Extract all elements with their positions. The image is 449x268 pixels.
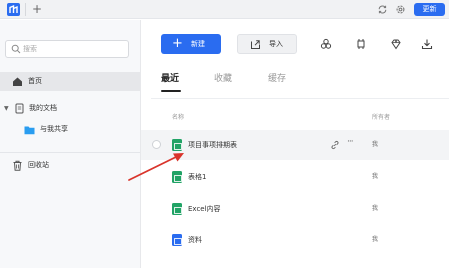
trash-icon (13, 160, 22, 171)
search-input[interactable] (23, 43, 123, 55)
sidebar-item-shared-with-me[interactable]: 与我共享 (0, 120, 140, 139)
file-row[interactable]: 表格1 我 (141, 162, 449, 192)
import-button[interactable]: 导入 (237, 34, 297, 54)
file-row[interactable]: 资料 我 (141, 225, 449, 255)
sync-icon[interactable] (377, 4, 388, 15)
spreadsheet-icon (172, 139, 182, 151)
active-tab-indicator (161, 90, 181, 92)
sidebar-item-label: 回收站 (28, 161, 49, 169)
caret-down-icon[interactable]: ▼ (4, 99, 9, 118)
file-row[interactable]: Excel内容 我 (141, 194, 449, 224)
documents-icon (15, 103, 24, 114)
row-select-checkbox[interactable] (152, 140, 161, 149)
import-icon (251, 40, 260, 49)
import-button-label: 导入 (269, 40, 283, 48)
clip-icon[interactable] (355, 38, 367, 50)
sidebar-divider (0, 152, 140, 153)
app-logo-icon (7, 3, 20, 16)
column-header-name: 名称 (172, 114, 185, 121)
plus-icon: + (172, 36, 183, 51)
new-tab-button[interactable]: + (30, 1, 44, 17)
spreadsheet-icon (172, 203, 182, 215)
sidebar-item-label: 我的文档 (29, 104, 57, 112)
tab-recent[interactable]: 最近 (161, 72, 179, 86)
share-link-icon[interactable] (330, 140, 340, 150)
file-row[interactable]: 项目事项排期表 ··· 我 (141, 130, 449, 160)
file-name[interactable]: 资料 (188, 234, 202, 246)
sidebar-item-my-documents[interactable]: ▼ 我的文档 (0, 99, 140, 118)
file-name[interactable]: 项目事项排期表 (188, 139, 237, 151)
file-owner: 我 (372, 205, 379, 212)
column-header-owner: 所有者 (372, 114, 391, 121)
sidebar-item-label: 与我共享 (40, 125, 68, 133)
tabs-divider (151, 98, 449, 99)
file-owner: 我 (372, 173, 379, 180)
update-button[interactable]: 更新 (414, 3, 445, 16)
tab-divider (25, 3, 26, 16)
sidebar: 首页 ▼ 我的文档 与我共享 回收站 (0, 20, 141, 268)
shared-folder-icon (24, 126, 35, 135)
diamond-icon[interactable] (390, 38, 402, 50)
sidebar-item-home[interactable]: 首页 (0, 72, 140, 91)
download-icon[interactable] (421, 38, 433, 50)
settings-icon[interactable] (395, 4, 406, 15)
more-options-icon[interactable]: ··· (347, 137, 354, 147)
search-icon (11, 44, 21, 54)
file-owner: 我 (372, 141, 379, 148)
sidebar-item-trash[interactable]: 回收站 (0, 156, 140, 175)
file-name[interactable]: 表格1 (188, 171, 206, 183)
tab-favorites[interactable]: 收藏 (214, 72, 232, 86)
file-name[interactable]: Excel内容 (188, 203, 221, 215)
templates-icon[interactable] (320, 38, 332, 50)
new-button-label: 新建 (191, 40, 205, 48)
title-bar: + 更新 (0, 0, 449, 19)
main-panel: + 新建 导入 最近 收藏 缓存 名称 所有者 项目事项排期表 ··· 我 表格… (141, 20, 449, 268)
sidebar-item-label: 首页 (28, 77, 42, 85)
new-button[interactable]: + 新建 (161, 34, 221, 54)
app-window: + 更新 首页 ▼ (0, 0, 449, 268)
document-icon (172, 234, 182, 246)
file-owner: 我 (372, 236, 379, 243)
home-icon (13, 77, 22, 86)
tab-cache[interactable]: 缓存 (268, 72, 286, 86)
search-box[interactable] (5, 40, 129, 58)
spreadsheet-icon (172, 171, 182, 183)
